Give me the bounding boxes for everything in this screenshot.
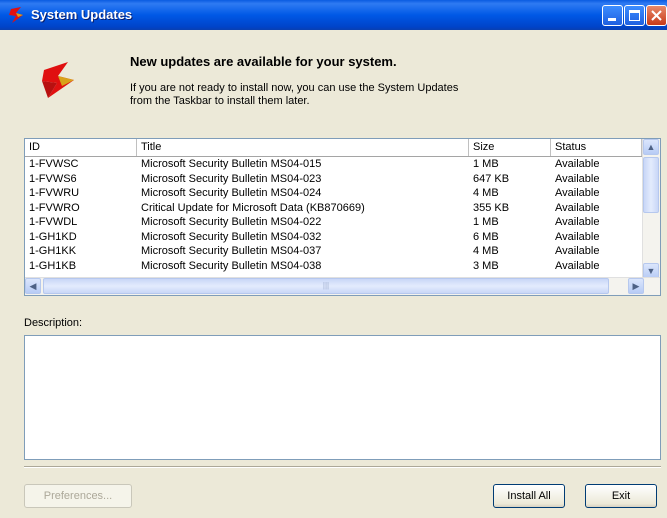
table-row[interactable]: 1-FVWRO Critical Update for Microsoft Da…	[25, 201, 642, 216]
updates-heading: New updates are available for your syste…	[130, 54, 397, 69]
app-logo-icon	[9, 7, 23, 23]
chevron-right-icon: ▶	[632, 281, 640, 291]
cell-status: Available	[555, 245, 600, 257]
minimize-icon	[608, 18, 616, 21]
maximize-button[interactable]	[624, 5, 645, 26]
cell-id: 1-FVWSC	[29, 158, 79, 170]
minimize-button[interactable]	[602, 5, 623, 26]
cell-status: Available	[555, 187, 600, 199]
chevron-up-icon: ▲	[646, 142, 656, 152]
cell-title: Microsoft Security Bulletin MS04-023	[141, 172, 322, 185]
cell-status: Available	[555, 172, 600, 185]
cell-size: 355 KB	[473, 201, 510, 214]
exit-button[interactable]: Exit	[585, 484, 657, 508]
horizontal-scrollbar[interactable]: ◀ ||| ▶	[25, 277, 660, 295]
divider	[24, 466, 661, 468]
cell-size: 1 MB	[473, 158, 499, 170]
scroll-up-button[interactable]: ▲	[643, 139, 659, 155]
column-header-size[interactable]: Size	[469, 139, 551, 156]
system-updates-logo-icon	[42, 62, 74, 98]
vertical-scroll-thumb[interactable]	[643, 157, 659, 213]
cell-size: 4 MB	[473, 245, 499, 257]
updates-list[interactable]: ID Title Size Status 1-FVWSC Microsoft S…	[24, 138, 661, 296]
cell-id: 1-GH1KK	[29, 245, 77, 257]
cell-status: Available	[555, 158, 600, 170]
table-row[interactable]: 1-FVWRU Microsoft Security Bulletin MS04…	[25, 186, 642, 201]
install-all-button[interactable]: Install All	[493, 484, 565, 508]
cell-status: Available	[555, 201, 600, 214]
description-box[interactable]	[24, 335, 661, 460]
list-header: ID Title Size Status	[25, 139, 642, 157]
scroll-left-button[interactable]: ◀	[25, 278, 41, 294]
preferences-button[interactable]: Preferences...	[24, 484, 132, 508]
subtext-line-2: from the Taskbar to install them later.	[130, 95, 310, 107]
table-row[interactable]: 1-FVWDL Microsoft Security Bulletin MS04…	[25, 215, 642, 230]
column-header-title[interactable]: Title	[137, 139, 469, 156]
cell-size: 6 MB	[473, 230, 499, 243]
cell-title: Microsoft Security Bulletin MS04-024	[141, 187, 322, 199]
chevron-down-icon: ▼	[646, 266, 656, 276]
table-row[interactable]: 1-GH1KB Microsoft Security Bulletin MS04…	[25, 259, 642, 274]
table-row[interactable]: 1-FVWS6 Microsoft Security Bulletin MS04…	[25, 172, 642, 187]
cell-title: Microsoft Security Bulletin MS04-022	[141, 216, 322, 228]
description-label: Description:	[24, 317, 83, 329]
cell-title: Critical Update for Microsoft Data (KB87…	[141, 201, 365, 214]
cell-title: Microsoft Security Bulletin MS04-032	[141, 230, 322, 243]
cell-size: 4 MB	[473, 187, 499, 199]
scroll-right-button[interactable]: ▶	[628, 278, 644, 294]
cell-id: 1-FVWRO	[29, 201, 80, 214]
cell-id: 1-GH1KD	[29, 230, 77, 243]
maximize-icon	[629, 10, 640, 21]
vertical-scrollbar[interactable]: ▲ ▼	[642, 139, 660, 279]
dialog-body: New updates are available for your syste…	[0, 30, 667, 518]
cell-title: Microsoft Security Bulletin MS04-038	[141, 259, 322, 272]
cell-title: Microsoft Security Bulletin MS04-015	[141, 158, 322, 170]
cell-title: Microsoft Security Bulletin MS04-037	[141, 245, 322, 257]
table-row[interactable]: 1-GH1KK Microsoft Security Bulletin MS04…	[25, 244, 642, 259]
close-button[interactable]	[646, 5, 667, 26]
cell-size: 647 KB	[473, 172, 510, 185]
column-header-id[interactable]: ID	[25, 139, 137, 156]
window-title: System Updates	[31, 7, 133, 22]
cell-id: 1-GH1KB	[29, 259, 77, 272]
table-row[interactable]: 1-GH1KD Microsoft Security Bulletin MS04…	[25, 230, 642, 245]
cell-size: 3 MB	[473, 259, 499, 272]
updates-subtext: If you are not ready to install now, you…	[130, 82, 550, 108]
cell-status: Available	[555, 230, 600, 243]
cell-id: 1-FVWDL	[29, 216, 78, 228]
cell-status: Available	[555, 216, 600, 228]
close-icon	[651, 10, 662, 21]
cell-id: 1-FVWS6	[29, 172, 77, 185]
horizontal-scroll-thumb[interactable]: |||	[43, 278, 609, 294]
table-row[interactable]: 1-FVWSC Microsoft Security Bulletin MS04…	[25, 157, 642, 172]
column-header-status[interactable]: Status	[551, 139, 642, 156]
chevron-left-icon: ◀	[29, 281, 37, 291]
subtext-line-1: If you are not ready to install now, you…	[130, 82, 459, 94]
cell-id: 1-FVWRU	[29, 187, 80, 199]
list-rows: 1-FVWSC Microsoft Security Bulletin MS04…	[25, 157, 642, 273]
title-bar[interactable]: System Updates	[0, 0, 667, 30]
cell-size: 1 MB	[473, 216, 499, 228]
cell-status: Available	[555, 259, 600, 272]
